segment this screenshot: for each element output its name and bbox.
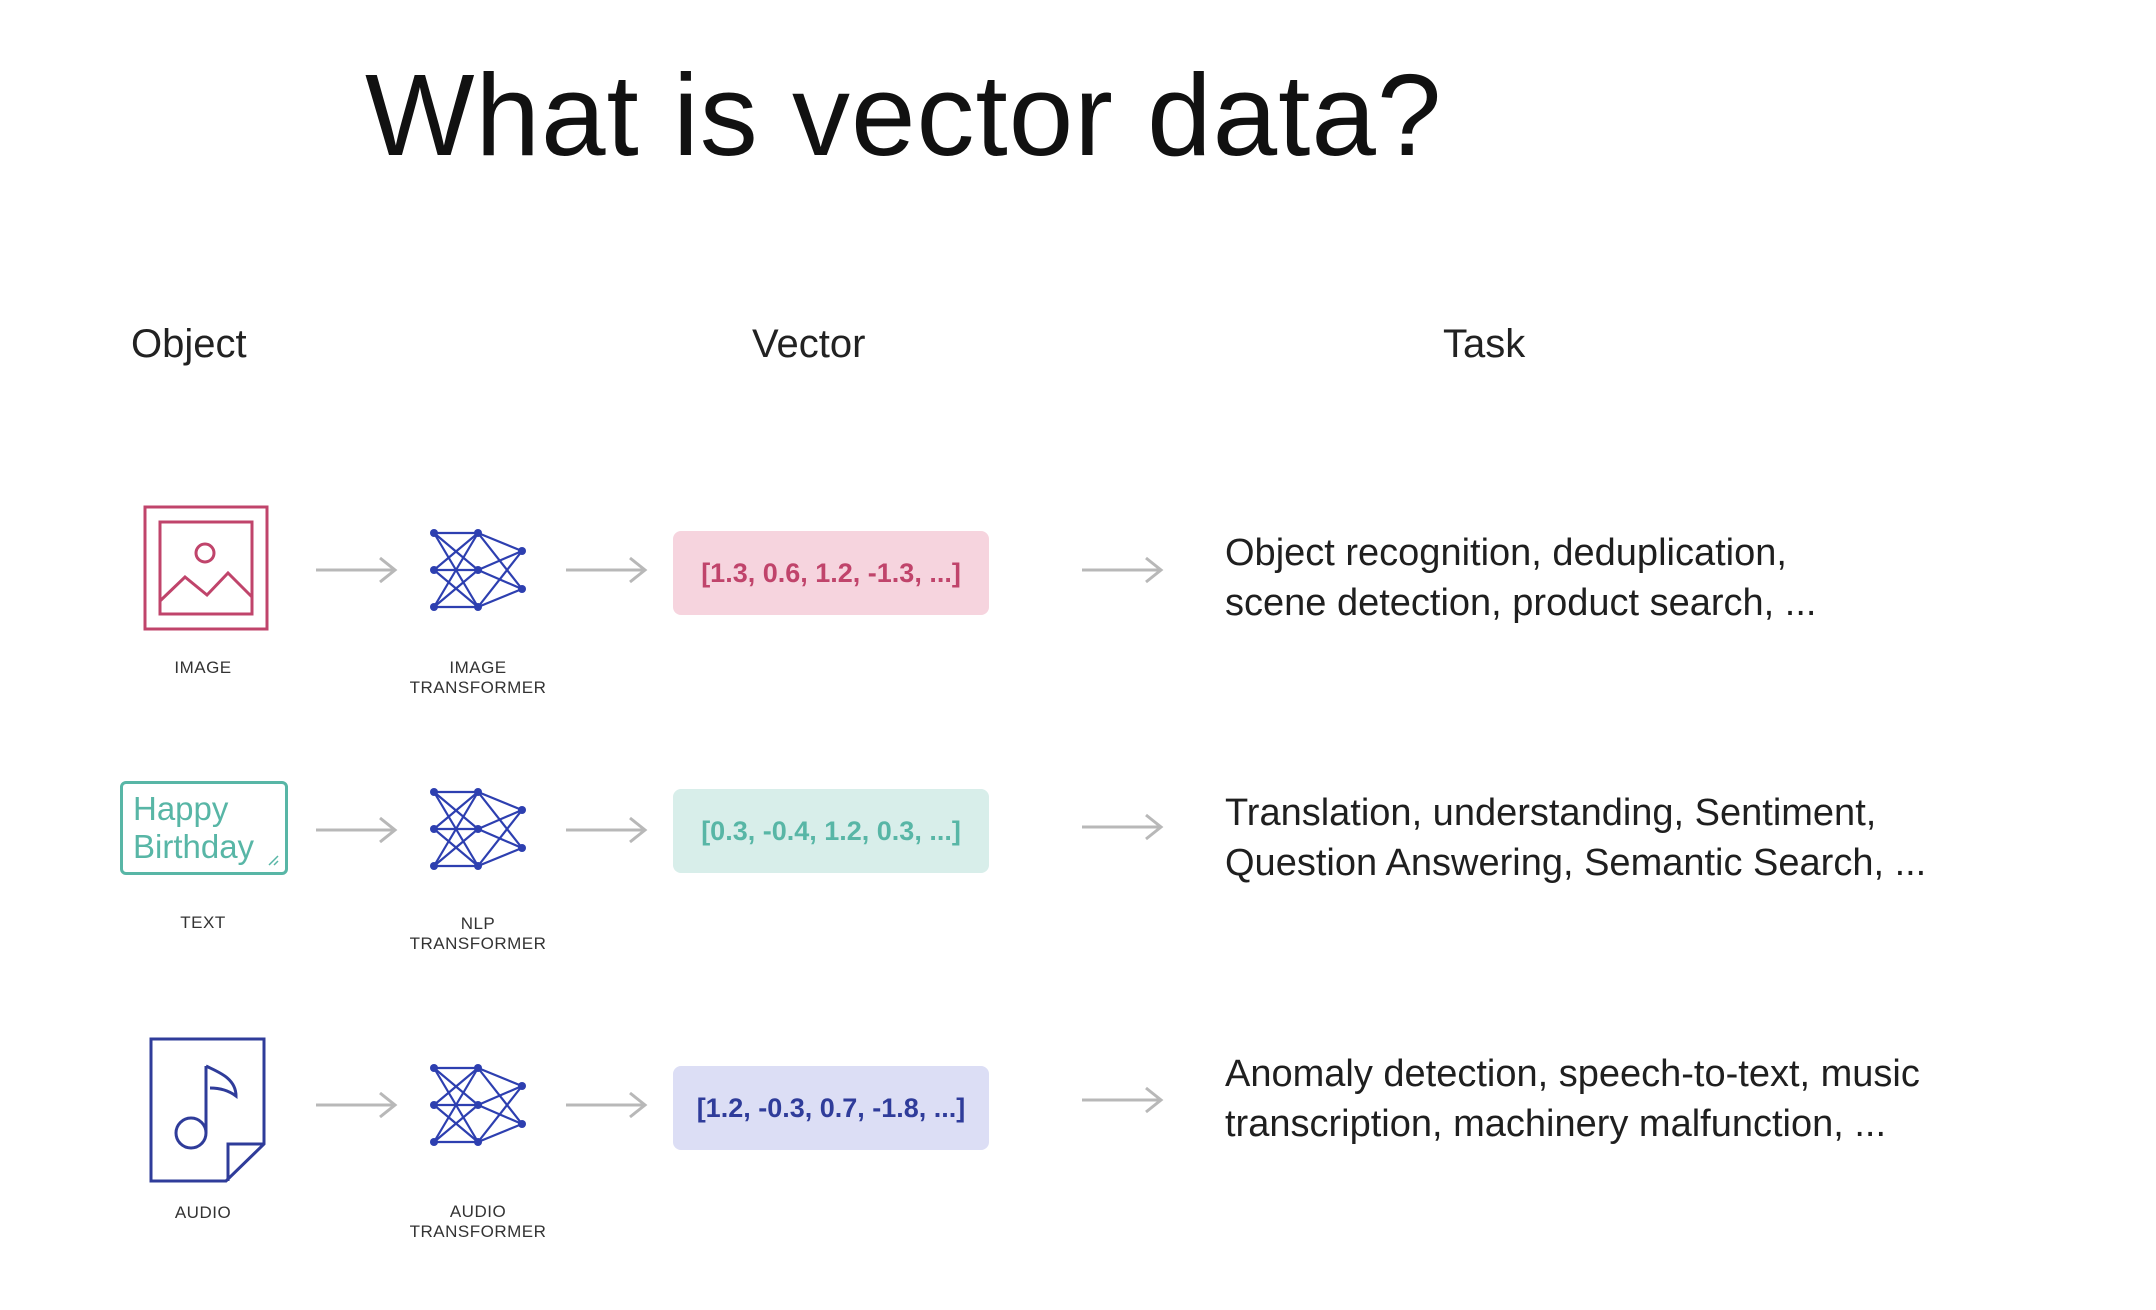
task-line: Question Answering, Semantic Search, ... [1225,842,1927,884]
arrow-right-icon [316,1091,398,1119]
task-description-audio: Anomaly detection, speech-to-text, music… [1225,1049,1920,1149]
neural-network-icon [428,527,528,618]
arrow-right-icon [1082,1086,1164,1114]
neural-network-icon [428,1062,528,1153]
arrow-right-icon [566,816,648,844]
arrow-right-icon [316,556,398,584]
model-label-image: IMAGE TRANSFORMER [409,658,547,697]
text-card-icon: Happy Birthday [120,781,288,875]
task-line: Anomaly detection, speech-to-text, music [1225,1053,1920,1095]
vector-box-audio: [1.2, -0.3, 0.7, -1.8, ...] [673,1066,989,1150]
vector-box-text: [0.3, -0.4, 1.2, 0.3, ...] [673,789,989,873]
arrow-right-icon [566,1091,648,1119]
header-object: Object [131,322,247,366]
task-line: Translation, understanding, Sentiment, [1225,792,1877,834]
object-label-audio: AUDIO [174,1203,232,1222]
arrow-right-icon [566,556,648,584]
neural-network-icon [428,786,528,877]
vector-box-image: [1.3, 0.6, 1.2, -1.3, ...] [673,531,989,615]
image-icon [143,505,269,636]
arrow-right-icon [316,816,398,844]
arrow-right-icon [1082,556,1164,584]
task-description-text: Translation, understanding, Sentiment, Q… [1225,788,1926,888]
header-task: Task [1443,322,1526,366]
task-line: Object recognition, deduplication, [1225,532,1787,574]
object-label-image: IMAGE [174,658,232,677]
task-line: transcription, machinery malfunction, ..… [1225,1103,1887,1145]
object-label-text: TEXT [180,913,226,932]
model-label-audio: AUDIO TRANSFORMER [409,1202,547,1241]
text-card-line: Birthday [133,828,255,865]
text-card-line: Happy [133,790,229,827]
page-title: What is vector data? [365,50,1443,180]
resize-handle-icon [268,855,279,866]
model-label-text: NLP TRANSFORMER [409,914,547,953]
arrow-right-icon [1082,813,1164,841]
music-file-icon [148,1036,268,1189]
header-vector: Vector [752,322,866,366]
task-description-image: Object recognition, deduplication, scene… [1225,528,1816,628]
task-line: scene detection, product search, ... [1225,582,1817,624]
